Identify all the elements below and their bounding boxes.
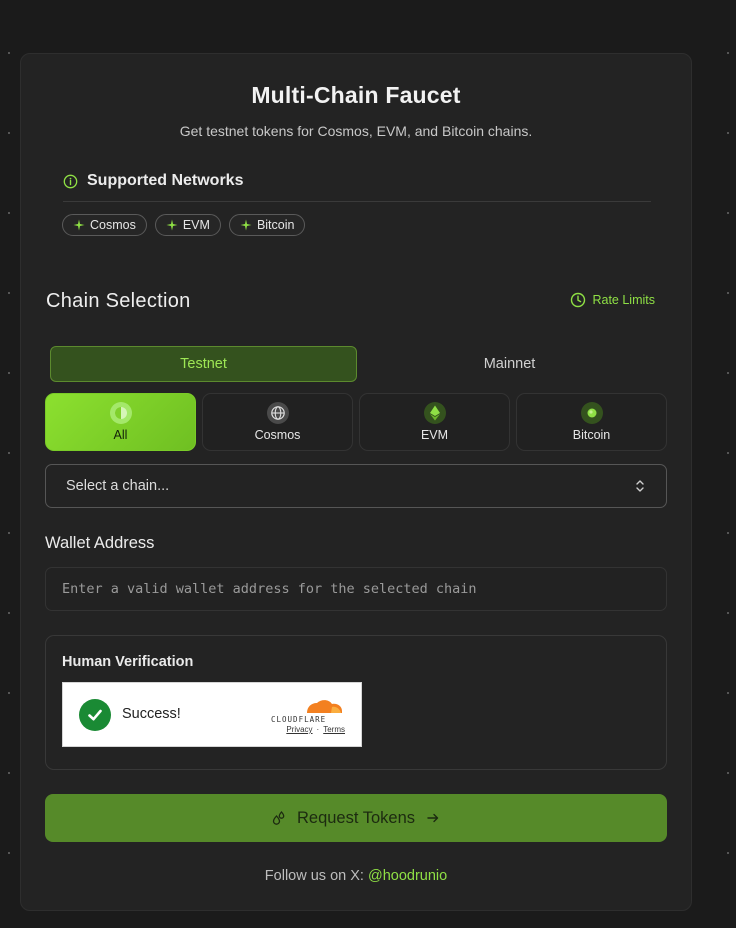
network-chip-label: Bitcoin (256, 218, 295, 232)
decor-dot (727, 292, 729, 294)
decor-dot (8, 852, 10, 854)
clock-icon (571, 292, 586, 308)
chain-filter-bitcoin[interactable]: Bitcoin (516, 393, 667, 451)
decor-dot (8, 52, 10, 54)
cloudflare-wordmark: CLOUDFLARE (271, 715, 326, 724)
globe-icon (266, 402, 289, 424)
wallet-address-label: Wallet Address (45, 534, 155, 552)
privacy-link[interactable]: Privacy (286, 725, 312, 734)
x-handle-link[interactable]: @hoodrunio (368, 868, 447, 884)
links-separator: · (316, 725, 320, 734)
wallet-address-input[interactable] (45, 567, 667, 611)
divider (63, 201, 651, 202)
decor-dot (8, 132, 10, 134)
chain-filter-evm[interactable]: EVM (359, 393, 510, 451)
terms-link[interactable]: Terms (323, 725, 345, 734)
chain-selection-title: Chain Selection (46, 290, 191, 312)
sparkle-icon (166, 219, 178, 231)
success-check-icon (79, 699, 111, 731)
chain-select[interactable]: Select a chain... (45, 464, 667, 508)
decor-dot (727, 532, 729, 534)
tab-mainnet[interactable]: Mainnet (357, 346, 662, 382)
chain-filter-label: All (113, 428, 128, 442)
chevron-up-down-icon (636, 480, 644, 492)
decor-dot (8, 532, 10, 534)
sparkle-icon (240, 219, 252, 231)
captcha-widget: Success! CLOUDFLARE Privacy · Terms (62, 682, 362, 747)
page-title: Multi-Chain Faucet (251, 82, 461, 108)
decor-dot (727, 772, 729, 774)
decor-dot (727, 452, 729, 454)
decor-dot (727, 132, 729, 134)
human-verification-box: Human Verification Success! CLOUDFLARE P… (45, 635, 667, 770)
decor-dot (727, 692, 729, 694)
decor-dot (8, 452, 10, 454)
cloudflare-logo-icon: CLOUDFLARE (271, 700, 342, 724)
all-chains-icon (109, 402, 132, 424)
supported-networks-header: Supported Networks (63, 172, 243, 190)
chain-filter-all[interactable]: All (45, 393, 196, 451)
network-chips: Cosmos EVM Bitcoin (62, 214, 306, 236)
network-chip-label: Cosmos (90, 218, 136, 232)
chain-filter-grid: All Cosmos EVM Bitcoin (45, 393, 667, 451)
faucet-card: Multi-Chain Faucet Get testnet tokens fo… (20, 53, 692, 911)
follow-text: Follow us on X: (264, 868, 364, 884)
droplets-icon (272, 810, 285, 825)
decor-dot (727, 852, 729, 854)
captcha-status: Success! (122, 706, 181, 722)
decor-dot (8, 772, 10, 774)
chain-select-value: Select a chain... (66, 478, 170, 494)
chain-filter-label: EVM (420, 428, 449, 442)
decor-dot (727, 52, 729, 54)
decor-dot (8, 292, 10, 294)
request-tokens-button[interactable]: Request Tokens (45, 794, 667, 842)
tab-testnet[interactable]: Testnet (50, 346, 357, 382)
info-icon (63, 174, 78, 188)
arrow-right-icon (427, 813, 439, 823)
bitcoin-icon (580, 402, 603, 424)
rate-limits-button[interactable]: Rate Limits (570, 292, 655, 308)
human-verification-title: Human Verification (62, 654, 194, 670)
decor-dot (8, 372, 10, 374)
page-subtitle: Get testnet tokens for Cosmos, EVM, and … (179, 123, 533, 139)
network-chip-cosmos: Cosmos (62, 214, 147, 236)
request-tokens-label: Request Tokens (296, 808, 416, 827)
network-chip-label: EVM (182, 218, 210, 232)
network-type-tabs: Testnet Mainnet (50, 346, 662, 382)
chain-filter-label: Cosmos (254, 428, 301, 442)
captcha-links: Privacy · Terms (286, 725, 345, 734)
sparkle-icon (73, 219, 85, 231)
decor-dot (8, 612, 10, 614)
network-chip-bitcoin: Bitcoin (228, 214, 306, 236)
decor-dot (8, 692, 10, 694)
decor-dot (8, 212, 10, 214)
ethereum-icon (423, 402, 446, 424)
decor-dot (727, 372, 729, 374)
network-chip-evm: EVM (154, 214, 221, 236)
footer-follow: Follow us on X: @hoodrunio (21, 868, 691, 884)
chain-filter-cosmos[interactable]: Cosmos (202, 393, 353, 451)
chain-filter-label: Bitcoin (572, 428, 611, 442)
decor-dot (727, 612, 729, 614)
supported-networks-label: Supported Networks (87, 172, 244, 189)
rate-limits-label: Rate Limits (592, 293, 655, 307)
decor-dot (727, 212, 729, 214)
